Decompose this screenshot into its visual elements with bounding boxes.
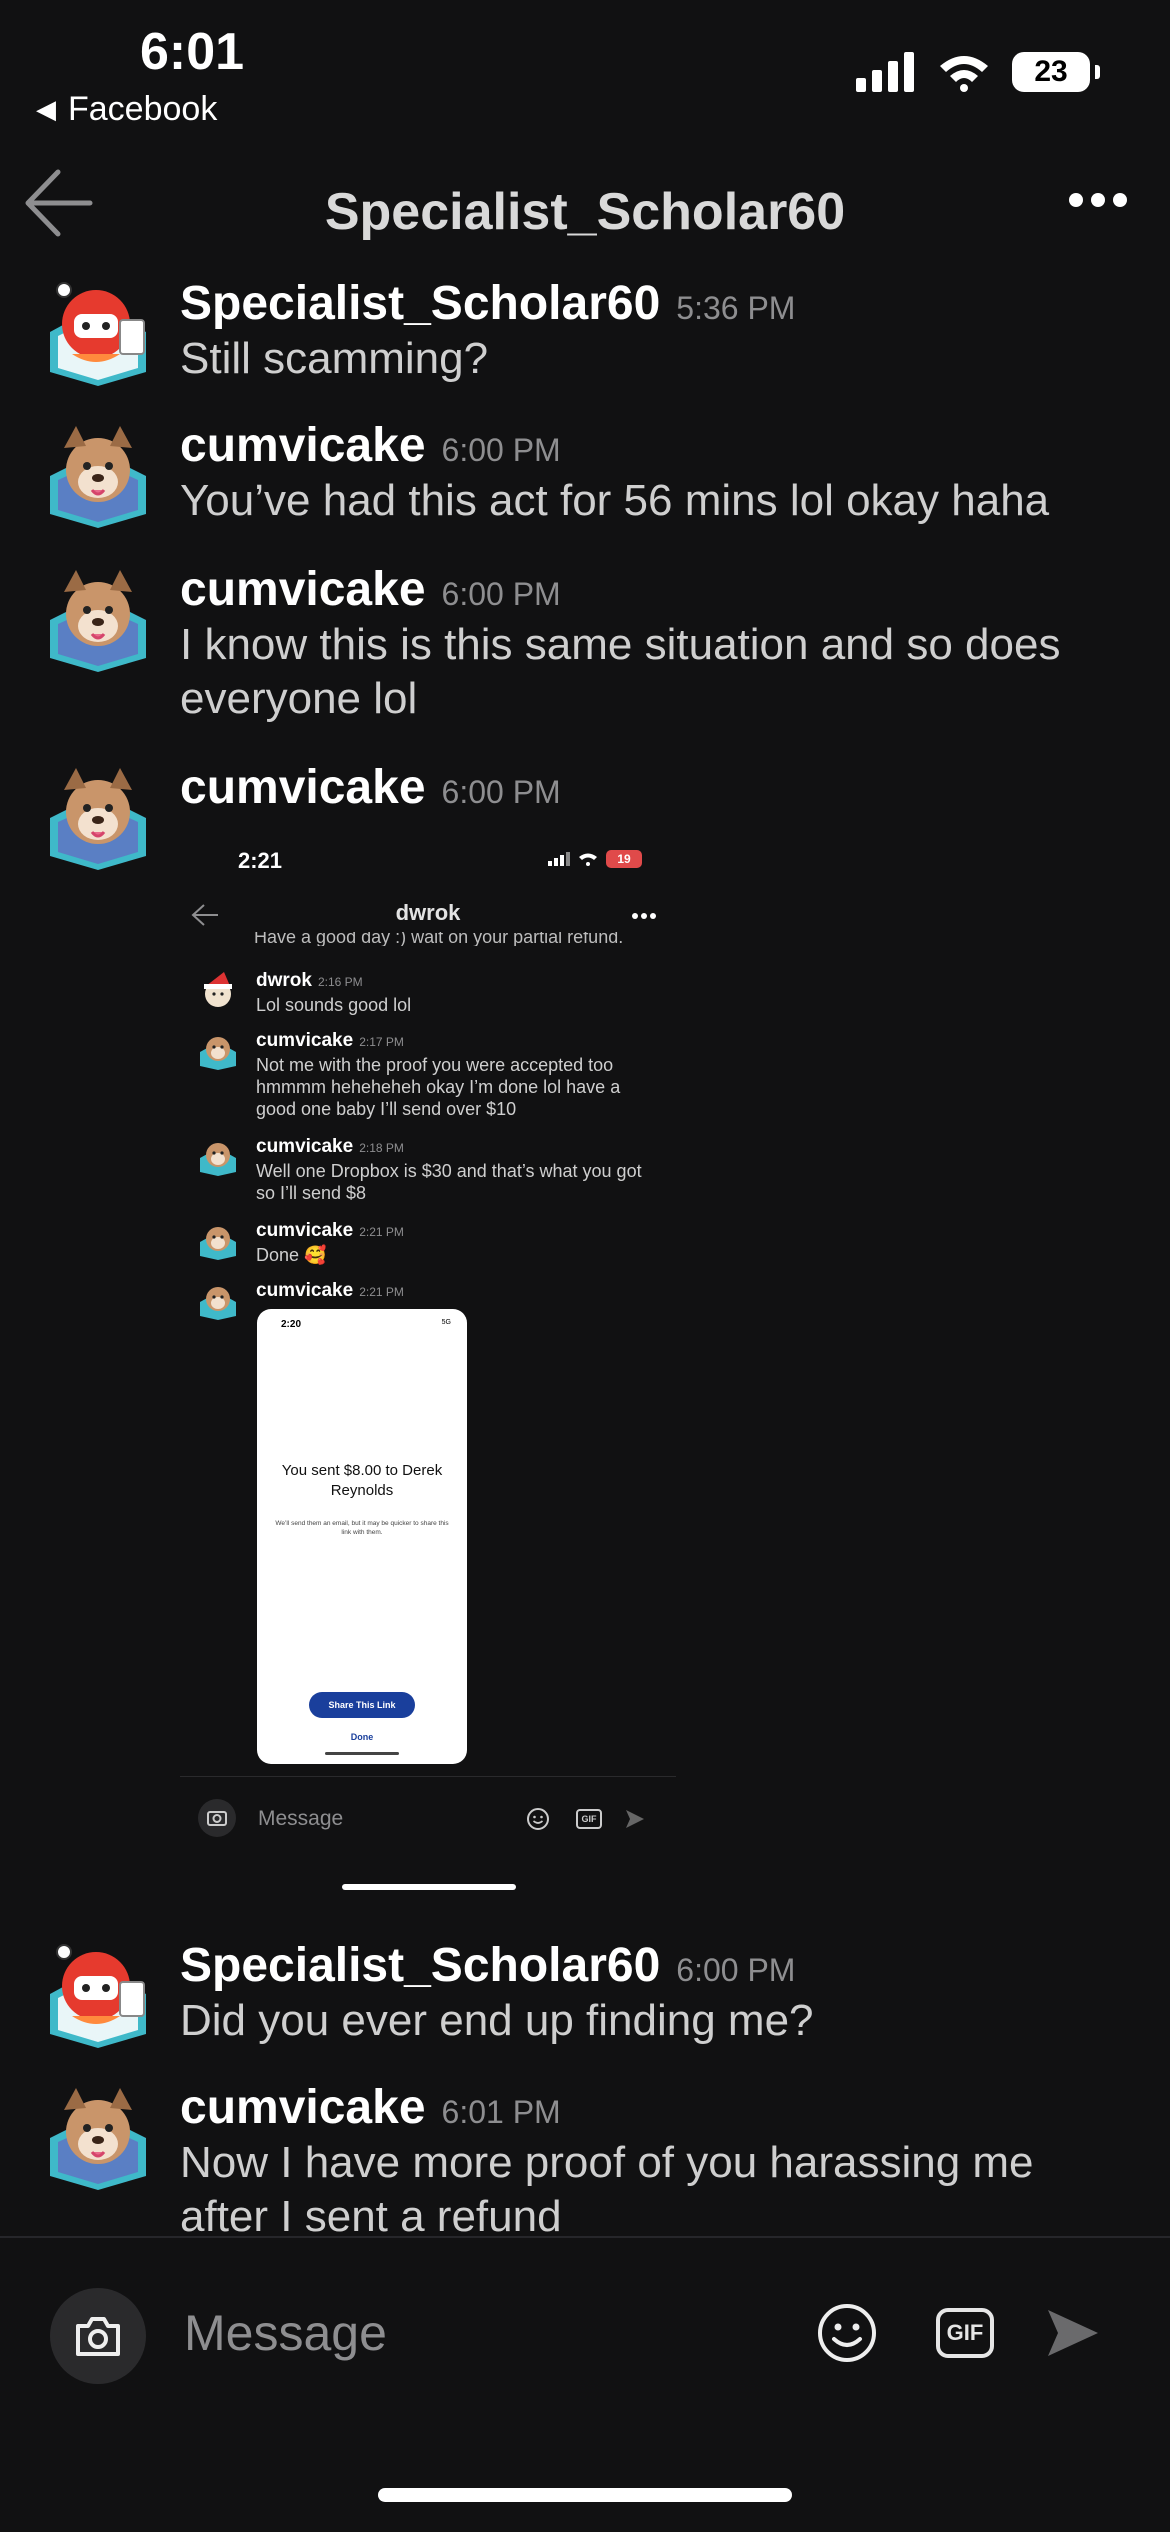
embedded-username: cumvicake 2:21 PM xyxy=(256,1220,404,1241)
camera-icon xyxy=(76,2317,120,2356)
dog-avatar[interactable] xyxy=(42,418,154,530)
message-time: 6:00 PM xyxy=(441,432,561,468)
embedded-cut-text: Have a good day :) wait on your partial … xyxy=(254,932,624,946)
conversation-header: Specialist_Scholar60 xyxy=(0,160,1170,270)
message-text: Did you ever end up finding me? xyxy=(180,1996,814,2045)
home-indicator xyxy=(325,1752,399,1755)
message-text: You’ve had this act for 56 mins lol okay… xyxy=(180,476,1050,525)
battery-indicator: 19 xyxy=(606,850,642,868)
done-button: Done xyxy=(350,1732,374,1742)
embedded-title: dwrok xyxy=(395,900,461,925)
dog-avatar xyxy=(200,1037,236,1070)
embedded-header: dwrok xyxy=(180,896,676,936)
message-image-attachment[interactable]: 2:21 19 dwrok Have a good day :) wait on… xyxy=(180,830,676,1890)
status-icons: 23 xyxy=(856,52,1100,92)
embedded-status-time: 2:21 xyxy=(238,848,283,873)
emoji-icon xyxy=(527,1808,549,1830)
message-text: I know this is this same situation and s… xyxy=(180,620,1061,723)
payment-title: You sent $8.00 to Derek Reynolds xyxy=(281,1462,443,1499)
dog-avatar[interactable] xyxy=(42,2080,154,2192)
dog-avatar[interactable] xyxy=(42,562,154,674)
send-icon[interactable] xyxy=(1046,2308,1100,2358)
embedded-composer: Message GIF xyxy=(180,1776,676,1856)
message-username[interactable]: cumvicake xyxy=(180,760,426,815)
embedded-username: cumvicake 2:17 PM xyxy=(256,1030,404,1051)
embedded-username: dwrok 2:16 PM xyxy=(256,970,363,991)
red-robot-avatar[interactable] xyxy=(42,276,154,388)
message-username[interactable]: cumvicake xyxy=(180,2080,426,2135)
embedded-message-placeholder: Message xyxy=(258,1807,344,1830)
signal-icon xyxy=(856,52,914,92)
dog-avatar xyxy=(200,1227,236,1260)
message-username[interactable]: cumvicake xyxy=(180,562,426,617)
camera-icon xyxy=(198,1799,236,1837)
gif-icon: GIF xyxy=(576,1809,602,1829)
message-username[interactable]: Specialist_Scholar60 xyxy=(180,276,660,331)
share-link-button: Share This Link xyxy=(309,1692,415,1718)
embedded-username: cumvicake 2:18 PM xyxy=(256,1136,404,1157)
message-text: Now I have more proof of you harassing m… xyxy=(180,2138,1034,2241)
more-horizontal-icon xyxy=(632,913,656,919)
embedded-text: Lol sounds good lol xyxy=(256,995,412,1015)
more-horizontal-icon[interactable] xyxy=(1068,190,1128,210)
inner-payment-screenshot: 2:20 5G You sent $8.00 to Derek Reynolds… xyxy=(257,1309,467,1764)
message-username[interactable]: cumvicake xyxy=(180,418,426,473)
message-text: Still scamming? xyxy=(180,334,489,383)
wifi-icon xyxy=(940,56,988,92)
gif-button[interactable]: GIF xyxy=(936,2308,994,2358)
camera-button[interactable] xyxy=(50,2288,146,2384)
dog-avatar xyxy=(200,1287,236,1320)
emoji-icon[interactable] xyxy=(816,2302,878,2364)
message-input[interactable]: Message xyxy=(184,2304,387,2362)
message-time: 6:00 PM xyxy=(441,576,561,612)
payment-subtitle: We’ll send them an email, but it may be … xyxy=(275,1520,449,1536)
embedded-status-icons: 19 xyxy=(548,850,642,868)
home-indicator xyxy=(378,2488,792,2502)
inner-status-icons: 5G xyxy=(441,1319,451,1326)
embedded-text: Done 🥰 xyxy=(256,1245,327,1265)
message-time: 5:36 PM xyxy=(676,290,796,326)
status-time: 6:01 xyxy=(140,23,245,81)
embedded-username: cumvicake 2:21 PM xyxy=(256,1280,404,1301)
back-to-app-link[interactable]: ◀ Facebook xyxy=(36,90,217,129)
message-username[interactable]: Specialist_Scholar60 xyxy=(180,1938,660,1993)
santa-hat-avatar xyxy=(204,972,232,1007)
battery-indicator: 23 xyxy=(1012,52,1100,92)
back-triangle-icon: ◀ xyxy=(36,94,56,124)
embedded-home-indicator xyxy=(342,1884,516,1890)
red-robot-avatar[interactable] xyxy=(42,1938,154,2050)
embedded-text: Well one Dropbox is $30 and that’s what … xyxy=(256,1161,642,1203)
signal-icon xyxy=(548,852,570,866)
back-app-label: Facebook xyxy=(68,90,218,128)
send-icon xyxy=(626,1810,644,1828)
wifi-icon xyxy=(579,853,597,866)
dog-avatar[interactable] xyxy=(42,760,154,872)
message-time: 6:01 PM xyxy=(441,2094,561,2130)
page-title: Specialist_Scholar60 xyxy=(324,183,846,241)
inner-status-time: 2:20 xyxy=(281,1319,302,1330)
embedded-text: Not me with the proof you were accepted … xyxy=(256,1055,621,1119)
dog-avatar xyxy=(200,1143,236,1176)
message-time: 6:00 PM xyxy=(676,1952,796,1988)
message-time: 6:00 PM xyxy=(441,774,561,810)
